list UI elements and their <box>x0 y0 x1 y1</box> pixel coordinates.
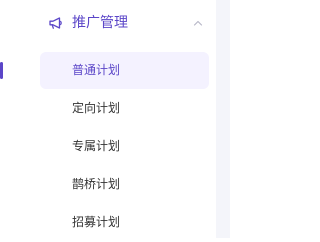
submenu-item-label: 专属计划 <box>72 139 121 153</box>
sidebar-menu: 推广管理 普通计划 定向计划 专属计划 鹊桥计划 招募计划 <box>0 0 216 238</box>
menu-section-promotion-management[interactable]: 推广管理 <box>0 0 216 46</box>
submenu-item-bridge-plan[interactable]: 鹊桥计划 <box>0 166 216 203</box>
submenu-item-exclusive-plan[interactable]: 专属计划 <box>0 128 216 165</box>
submenu-item-recruitment-plan[interactable]: 招募计划 <box>0 204 216 241</box>
menu-section-label: 推广管理 <box>72 15 128 31</box>
submenu-item-label: 鹊桥计划 <box>72 177 121 191</box>
active-indicator <box>0 62 3 79</box>
submenu-list: 普通计划 定向计划 专属计划 鹊桥计划 招募计划 <box>0 52 216 242</box>
megaphone-icon <box>49 17 62 29</box>
submenu-item-label: 普通计划 <box>72 63 121 77</box>
submenu-item-label: 招募计划 <box>72 215 121 229</box>
submenu-item-label: 定向计划 <box>72 101 121 115</box>
chevron-up-icon[interactable] <box>193 19 203 27</box>
submenu-item-targeted-plan[interactable]: 定向计划 <box>0 90 216 127</box>
right-gutter <box>216 0 230 238</box>
submenu-item-normal-plan[interactable]: 普通计划 <box>0 52 209 89</box>
